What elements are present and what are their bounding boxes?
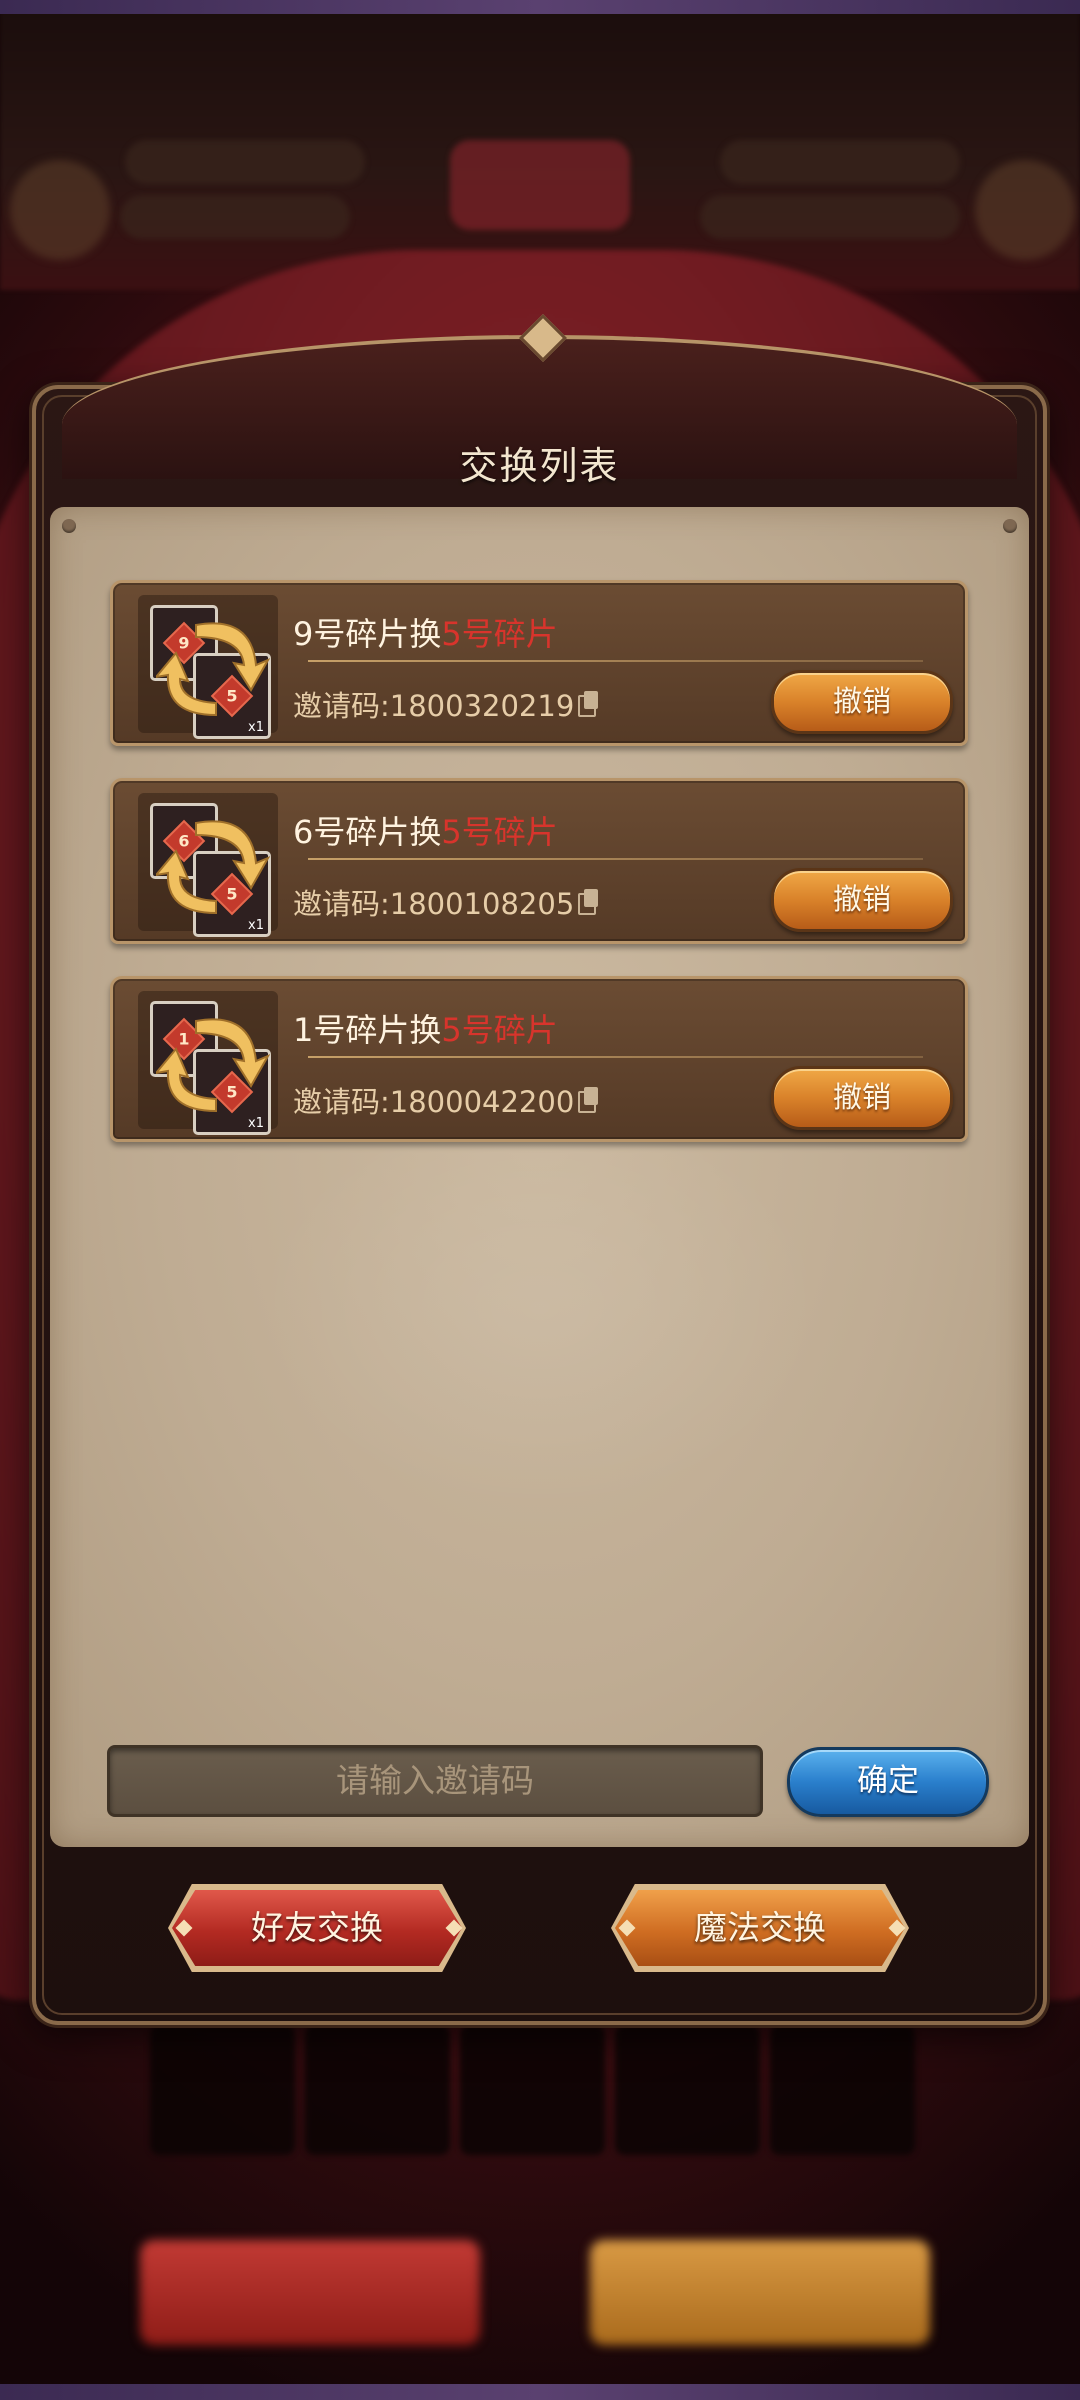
background-hud-right-1 [720, 140, 960, 184]
exchange-title: 1号碎片换5号碎片 [293, 1011, 558, 1049]
background-top-strip [0, 0, 1080, 14]
swap-card-icon: 1 5 x1 [138, 991, 278, 1135]
copy-icon[interactable] [578, 691, 600, 717]
exchange-title: 6号碎片换5号碎片 [293, 813, 558, 851]
dialog-title: 交换列表 [459, 444, 620, 488]
panel-rivet [1003, 519, 1017, 533]
cancel-button[interactable]: 撤销 [771, 1066, 953, 1130]
exchange-title: 9号碎片换5号碎片 [293, 615, 558, 653]
confirm-button[interactable]: 确定 [787, 1747, 989, 1817]
swap-arrows-icon [156, 1018, 271, 1113]
exchange-list-dialog: 交换列表 9 5 x1 9号碎片换5号碎片 邀请码:1800320219 撤销 [32, 313, 1047, 2025]
swap-arrows-icon [156, 622, 271, 717]
background-card-slot [150, 2025, 295, 2155]
invite-code-input[interactable] [107, 1745, 763, 1817]
background-bottom-strip [0, 2384, 1080, 2400]
background-button-blurred [140, 2240, 480, 2345]
exchange-row: 1 5 x1 1号碎片换5号碎片 邀请码:1800042200 撤销 [110, 976, 968, 1142]
magic-exchange-button[interactable]: 魔法交换 [615, 1890, 905, 1966]
cancel-button[interactable]: 撤销 [771, 868, 953, 932]
row-divider [308, 1056, 923, 1058]
copy-icon[interactable] [578, 1087, 600, 1113]
invite-code-text: 邀请码:1800320219 [293, 689, 575, 723]
background-hud-right-2 [700, 195, 960, 239]
background-card-slot [460, 2025, 605, 2155]
background-card-slot [615, 2025, 760, 2155]
background-avatar-left [10, 160, 110, 260]
exchange-row: 6 5 x1 6号碎片换5号碎片 邀请码:1800108205 撤销 [110, 778, 968, 944]
panel-rivet [62, 519, 76, 533]
swap-card-icon: 9 5 x1 [138, 595, 278, 739]
background-hud-left-2 [120, 195, 350, 239]
swap-card-icon: 6 5 x1 [138, 793, 278, 937]
invite-code-text: 邀请码:1800042200 [293, 1085, 575, 1119]
background-card-slot [770, 2025, 915, 2155]
exchange-row: 9 5 x1 9号碎片换5号碎片 邀请码:1800320219 撤销 [110, 580, 968, 746]
copy-icon[interactable] [578, 889, 600, 915]
invite-code-text: 邀请码:1800108205 [293, 887, 575, 921]
background-card-slot [305, 2025, 450, 2155]
friend-exchange-button[interactable]: 好友交换 [172, 1890, 462, 1966]
background-hud-rank [450, 140, 630, 230]
swap-arrows-icon [156, 820, 271, 915]
cancel-button[interactable]: 撤销 [771, 670, 953, 734]
row-divider [308, 660, 923, 662]
background-hud-left-1 [125, 140, 365, 184]
background-button-blurred [590, 2240, 930, 2345]
background-avatar-right [975, 160, 1075, 260]
row-divider [308, 858, 923, 860]
